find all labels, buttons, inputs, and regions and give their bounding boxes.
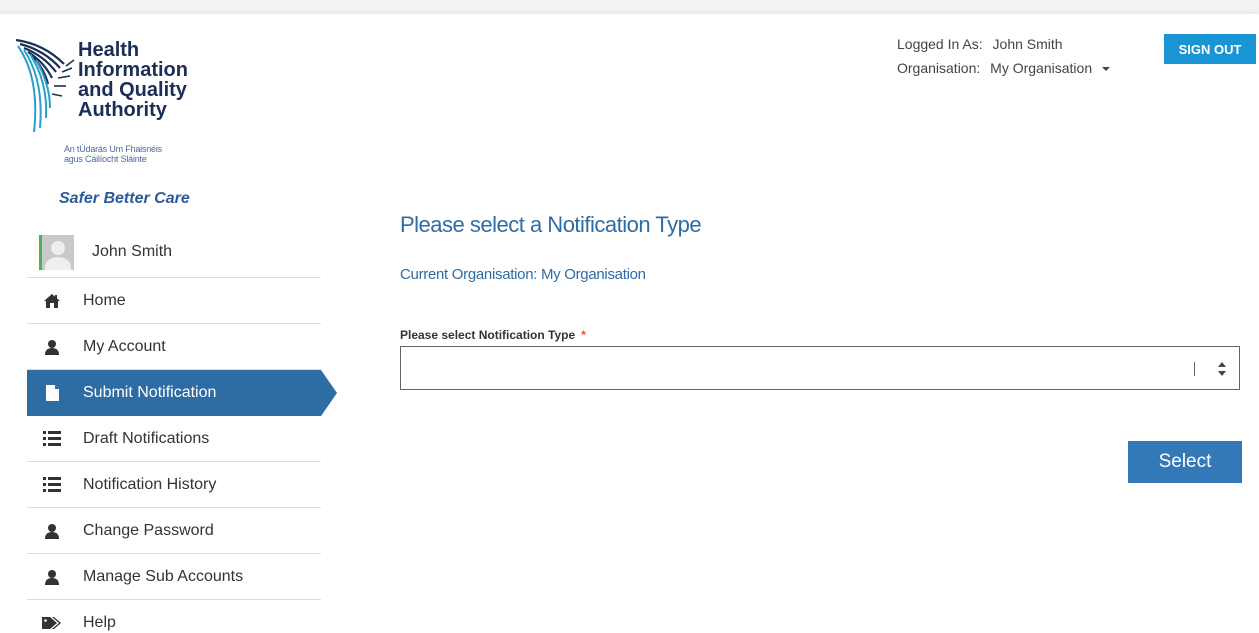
organisation-label: Organisation: — [897, 60, 981, 76]
tags-icon — [41, 614, 63, 632]
sidebar-item-label: My Account — [83, 337, 166, 355]
hiqa-logo[interactable]: Health Information and Quality Authority… — [14, 38, 244, 207]
sidebar-item-manage-sub-accounts[interactable]: Manage Sub Accounts — [27, 554, 321, 600]
logo-irish-line: agus Cáilíocht Sláinte — [64, 154, 147, 164]
sidebar-item-change-password[interactable]: Change Password — [27, 508, 321, 554]
sidebar-item-label: Submit Notification — [83, 383, 217, 401]
sidebar-user[interactable]: John Smith — [27, 227, 321, 278]
logo-name-line: and Quality — [78, 79, 187, 101]
logged-in-user: John Smith — [992, 36, 1063, 52]
select-arrows-icon[interactable] — [1217, 359, 1227, 379]
user-info: Logged In As: John Smith Organisation: M… — [897, 32, 1110, 80]
logo-name: Health Information and Quality Authority — [78, 40, 188, 120]
list-icon — [41, 430, 63, 448]
sidebar-item-draft-notifications[interactable]: Draft Notifications — [27, 416, 321, 462]
list-icon — [41, 476, 63, 494]
sidebar-user-name: John Smith — [92, 243, 173, 260]
user-icon — [41, 568, 63, 586]
organisation-row[interactable]: Organisation: My Organisation — [897, 56, 1110, 80]
sidebar-item-home[interactable]: Home — [27, 278, 321, 324]
chevron-down-icon[interactable] — [1102, 67, 1110, 72]
sidebar-item-notification-history[interactable]: Notification History — [27, 462, 321, 508]
user-icon — [41, 522, 63, 540]
logo-emblem-icon — [15, 38, 75, 133]
sign-out-button[interactable]: SIGN OUT — [1164, 34, 1256, 64]
sidebar-item-label: Help — [83, 613, 116, 631]
select-separator — [1194, 362, 1195, 376]
home-icon — [41, 292, 63, 310]
user-icon — [41, 338, 63, 356]
logged-in-label: Logged In As: — [897, 36, 983, 52]
logo-irish-name: An tÚdarás Um Fhaisnéis agus Cáilíocht S… — [64, 144, 162, 164]
select-button[interactable]: Select — [1128, 441, 1242, 483]
sidebar-item-label: Home — [83, 291, 126, 309]
sidebar: John Smith Home My Account Submit Notifi… — [27, 227, 337, 633]
sidebar-item-my-account[interactable]: My Account — [27, 324, 321, 370]
logo-tagline: Safer Better Care — [59, 190, 190, 207]
organisation-dropdown[interactable]: My Organisation — [990, 60, 1092, 76]
sidebar-item-submit-notification[interactable]: Submit Notification — [27, 370, 337, 416]
notification-type-label: Please select Notification Type * — [400, 328, 586, 342]
sidebar-item-label: Change Password — [83, 521, 214, 539]
logo-name-line: Authority — [78, 99, 167, 121]
sidebar-item-label: Manage Sub Accounts — [83, 567, 244, 585]
current-organisation: Current Organisation: My Organisation — [400, 266, 646, 283]
logged-in-row: Logged In As: John Smith — [897, 32, 1110, 56]
notification-type-select[interactable] — [400, 346, 1240, 390]
sidebar-item-label: Notification History — [83, 475, 217, 493]
logo-name-line: Information — [78, 59, 188, 81]
page: Health Information and Quality Authority… — [0, 14, 1259, 633]
document-icon — [41, 384, 63, 402]
logo-name-line: Health — [78, 39, 140, 61]
sidebar-item-help[interactable]: Help — [27, 600, 321, 633]
notification-type-label-text: Please select Notification Type — [400, 328, 576, 342]
avatar — [39, 234, 74, 270]
sidebar-item-label: Draft Notifications — [83, 429, 210, 447]
required-marker: * — [581, 328, 586, 342]
page-title: Please select a Notification Type — [400, 212, 702, 237]
logo-irish-line: An tÚdarás Um Fhaisnéis — [64, 144, 162, 154]
